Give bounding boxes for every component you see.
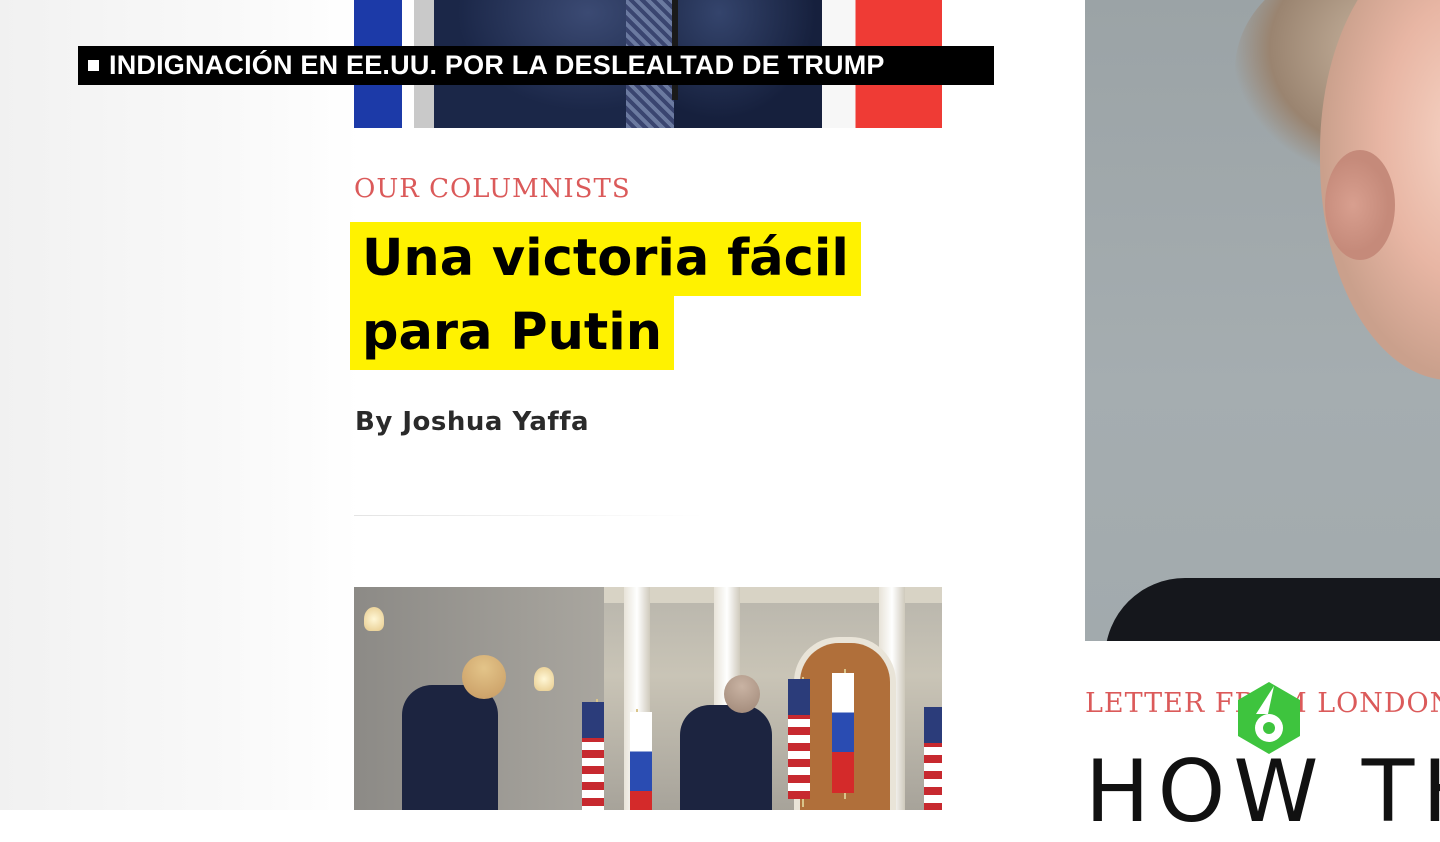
sidebar-article-headline[interactable]: HOW TH <box>1085 742 1440 842</box>
headline-line-2[interactable]: para Putin <box>350 296 675 370</box>
news-ticker: INDIGNACIÓN EN EE.UU. POR LA DESLEALTAD … <box>78 46 994 85</box>
article-bottom-photo[interactable] <box>354 587 942 810</box>
square-bullet-icon <box>88 60 99 71</box>
headline-line-1[interactable]: Una victoria fácil <box>350 222 861 296</box>
article-headline[interactable]: Una victoria fácil para Putin <box>350 222 870 370</box>
columnist-portrait-photo[interactable] <box>1085 0 1440 641</box>
ticker-text: INDIGNACIÓN EN EE.UU. POR LA DESLEALTAD … <box>109 50 885 80</box>
article-byline[interactable]: By Joshua Yaffa <box>355 407 589 437</box>
divider <box>354 515 704 516</box>
lasexta-6-logo-icon <box>1238 682 1300 754</box>
section-kicker[interactable]: OUR COLUMNISTS <box>354 174 631 204</box>
